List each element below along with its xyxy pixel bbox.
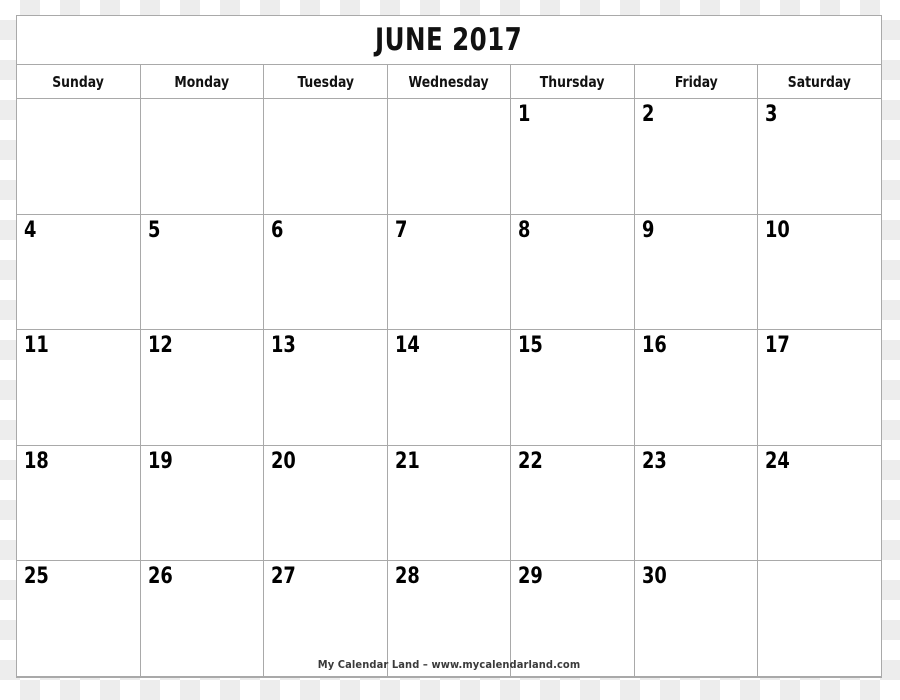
day-cell[interactable] <box>17 99 141 214</box>
day-cell[interactable]: 6 <box>264 214 388 330</box>
day-cell[interactable]: 10 <box>758 215 881 330</box>
day-number: 9 <box>641 217 655 243</box>
weekday-header-saturday: Saturday <box>758 65 881 98</box>
day-number: 6 <box>271 217 284 243</box>
weekday-header-monday: Monday <box>141 65 265 98</box>
day-cell[interactable]: 21 <box>388 445 512 561</box>
day-cell[interactable]: 19 <box>141 445 265 561</box>
day-cell[interactable]: 28 <box>388 561 512 676</box>
day-cell[interactable]: 3 <box>758 99 881 214</box>
week-row: 1 2 3 <box>17 99 881 215</box>
day-number: 18 <box>24 448 49 474</box>
weekday-label: Saturday <box>788 72 852 91</box>
day-number: 21 <box>394 448 420 474</box>
day-cell[interactable]: 4 <box>17 214 141 330</box>
day-cell[interactable]: 24 <box>758 446 881 561</box>
day-number: 29 <box>518 564 544 590</box>
day-cell[interactable]: 16 <box>635 330 759 445</box>
day-number: 1 <box>518 102 531 127</box>
day-number: 14 <box>394 333 420 359</box>
day-cell[interactable]: 2 <box>635 99 759 214</box>
calendar-grid: 1 2 3 4 5 6 7 8 9 10 11 12 13 14 15 16 1… <box>17 99 881 677</box>
day-cell[interactable]: 29 <box>511 561 635 676</box>
day-number: 13 <box>271 333 296 359</box>
weekday-label: Tuesday <box>297 72 354 91</box>
day-cell[interactable]: 26 <box>141 561 265 676</box>
calendar-sheet: JUNE 2017 Sunday Monday Tuesday Wednesda… <box>16 15 882 678</box>
weekday-label: Wednesday <box>408 72 490 91</box>
day-number: 17 <box>765 333 791 359</box>
day-cell[interactable]: 7 <box>388 214 512 330</box>
day-number: 7 <box>394 217 408 243</box>
day-cell[interactable]: 20 <box>264 445 388 561</box>
day-cell[interactable] <box>758 561 881 676</box>
day-number: 11 <box>24 333 49 359</box>
day-number: 10 <box>765 217 791 243</box>
weekday-header-thursday: Thursday <box>511 65 635 98</box>
day-number: 5 <box>147 217 160 243</box>
week-row: 11 12 13 14 15 16 17 <box>17 330 881 446</box>
day-number: 2 <box>641 102 655 127</box>
day-cell[interactable]: 9 <box>635 214 759 330</box>
day-cell[interactable]: 15 <box>511 330 635 445</box>
day-cell[interactable]: 14 <box>388 330 512 445</box>
day-cell[interactable]: 13 <box>264 330 388 445</box>
week-row: 4 5 6 7 8 9 10 <box>17 214 881 331</box>
day-cell[interactable]: 17 <box>758 330 881 445</box>
day-number: 23 <box>641 448 667 474</box>
day-cell[interactable]: 22 <box>511 445 635 561</box>
week-row: 25 26 27 28 29 30 <box>17 561 881 677</box>
day-number: 22 <box>518 448 544 474</box>
day-cell[interactable]: 8 <box>511 214 635 330</box>
day-cell[interactable]: 1 <box>511 99 635 214</box>
day-number: 3 <box>765 102 778 127</box>
day-number: 12 <box>147 333 173 359</box>
day-cell[interactable]: 23 <box>635 445 759 561</box>
weekday-label: Monday <box>174 72 230 91</box>
day-number: 25 <box>24 564 49 590</box>
day-cell[interactable]: 18 <box>17 445 141 561</box>
week-row: 18 19 20 21 22 23 24 <box>17 445 881 562</box>
day-cell[interactable]: 11 <box>17 330 141 445</box>
weekday-header-tuesday: Tuesday <box>264 65 388 98</box>
day-number: 19 <box>147 448 173 474</box>
day-number: 24 <box>765 448 791 474</box>
day-number: 27 <box>271 564 296 590</box>
weekday-label: Thursday <box>540 72 605 91</box>
weekday-label: Sunday <box>52 72 105 91</box>
day-cell[interactable] <box>388 99 512 214</box>
day-number: 16 <box>641 333 667 359</box>
weekday-header-friday: Friday <box>635 65 759 98</box>
weekday-header-wednesday: Wednesday <box>388 65 512 98</box>
day-number: 4 <box>24 217 37 243</box>
day-number: 8 <box>518 217 531 243</box>
day-cell[interactable]: 12 <box>141 330 265 445</box>
day-number: 15 <box>518 333 544 359</box>
weekday-header-row: Sunday Monday Tuesday Wednesday Thursday… <box>17 65 881 99</box>
day-number: 28 <box>394 564 420 590</box>
day-cell[interactable] <box>264 99 388 214</box>
day-cell[interactable]: 5 <box>141 214 265 330</box>
day-cell[interactable]: 30 <box>635 561 759 676</box>
weekday-header-sunday: Sunday <box>17 65 141 98</box>
day-cell[interactable]: 25 <box>17 561 141 676</box>
page-title: JUNE 2017 <box>375 22 523 58</box>
day-cell[interactable]: 27 <box>264 561 388 676</box>
day-number: 30 <box>641 564 667 590</box>
day-number: 20 <box>271 448 296 474</box>
weekday-label: Friday <box>674 72 718 91</box>
page-root: JUNE 2017 Sunday Monday Tuesday Wednesda… <box>0 0 900 700</box>
calendar-title-bar: JUNE 2017 <box>17 16 881 65</box>
day-number: 26 <box>147 564 173 590</box>
day-cell[interactable] <box>141 99 265 214</box>
